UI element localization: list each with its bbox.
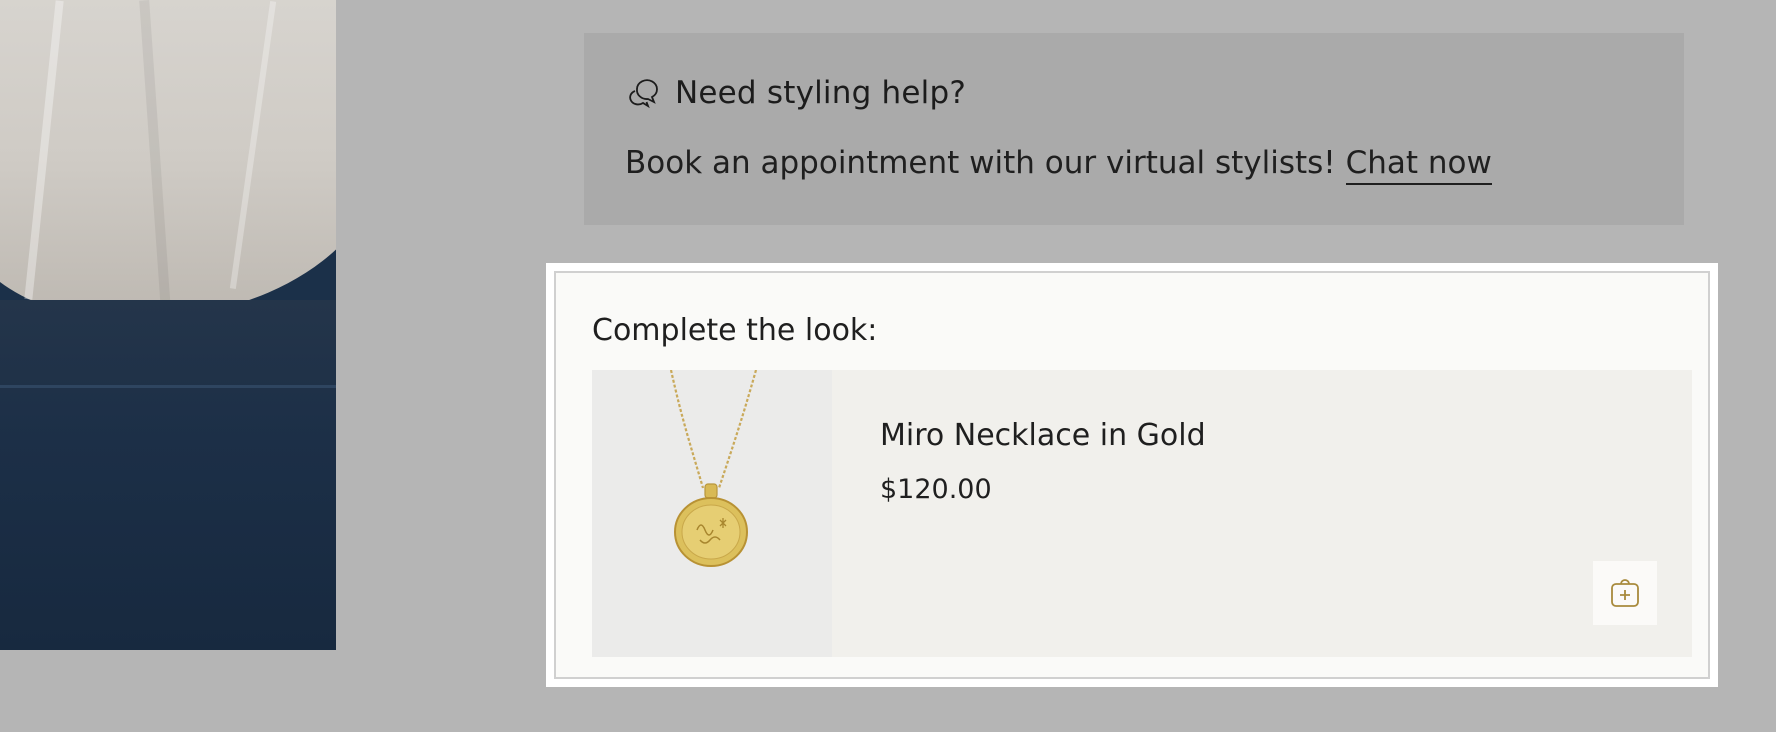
product-image[interactable] xyxy=(592,369,832,657)
complete-the-look-label: Complete the look: xyxy=(592,313,878,348)
complete-the-look-section: Complete the look: Miro Necklace in Gold… xyxy=(546,263,1718,687)
chat-now-link[interactable]: Chat now xyxy=(1345,145,1492,185)
styling-help-header: Need styling help? xyxy=(625,75,966,111)
chat-bubbles-icon xyxy=(625,75,661,111)
add-to-bag-button[interactable] xyxy=(1593,561,1657,625)
product-price: $120.00 xyxy=(880,474,992,505)
denim-jeans xyxy=(0,300,336,650)
model-photo xyxy=(0,0,336,650)
styling-help-banner: Need styling help? Book an appointment w… xyxy=(584,33,1684,225)
product-card[interactable]: Miro Necklace in Gold $120.00 xyxy=(592,369,1692,657)
styling-help-text: Book an appointment with our virtual sty… xyxy=(625,145,1492,185)
styling-help-description: Book an appointment with our virtual sty… xyxy=(625,145,1336,181)
styling-help-title: Need styling help? xyxy=(675,75,966,111)
product-name[interactable]: Miro Necklace in Gold xyxy=(880,418,1206,453)
add-to-bag-icon xyxy=(1607,574,1643,613)
